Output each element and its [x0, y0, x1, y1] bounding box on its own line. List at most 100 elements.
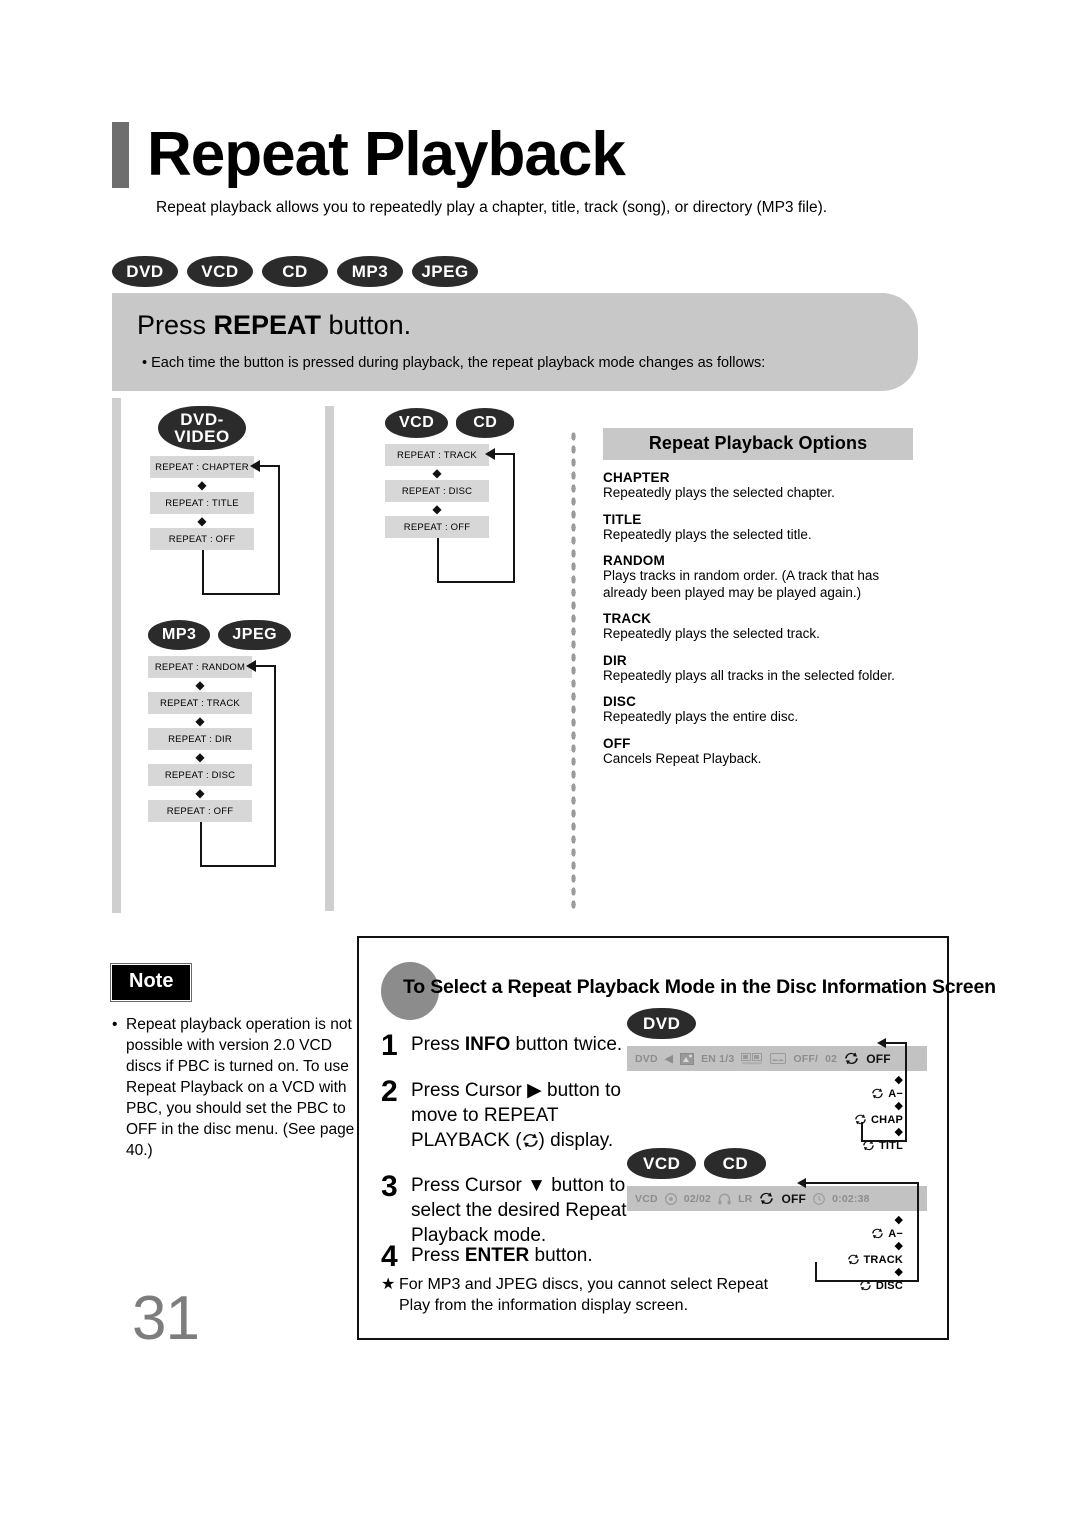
repeat-icon: [847, 1254, 860, 1265]
osd-loop-segment: [885, 1042, 907, 1044]
flow-step: REPEAT : OFF: [148, 800, 252, 822]
loop-arrowhead: [485, 448, 495, 460]
disc-pill-vcd: VCD: [187, 256, 253, 287]
dotted-divider: [570, 430, 577, 910]
disc-pill-jpeg: JPEG: [218, 620, 292, 650]
option-name: DISC: [603, 694, 637, 709]
option-name: DIR: [603, 652, 627, 668]
flow-step: REPEAT : OFF: [385, 516, 489, 538]
flow-step: REPEAT : DIR: [148, 728, 252, 750]
repeat-icon: [759, 1192, 774, 1205]
chain-label: A−: [888, 1087, 903, 1100]
flow-pills-vcd-cd: VCD CD: [385, 408, 515, 438]
osd-subtitle-value: OFF/: [793, 1052, 819, 1065]
step-number: 2: [381, 1075, 398, 1108]
star-icon: ★: [381, 1276, 396, 1293]
step-2: 2 Press Cursor ▶ button to move to REPEA…: [381, 1075, 651, 1155]
banner-bullet-text: • Each time the button is pressed during…: [142, 355, 766, 371]
disc-pill-jpeg: JPEG: [412, 256, 478, 287]
step-text-pre: Press: [411, 1034, 465, 1055]
osd-loop-segment: [815, 1262, 817, 1282]
flow-arrow-diamond: ◆: [195, 714, 205, 728]
banner-heading-bold: REPEAT: [213, 310, 322, 340]
note-block: Note • Repeat playback operation is not …: [109, 963, 362, 1161]
loop-segment: [278, 465, 281, 595]
flow-arrow-diamond: ◆: [195, 678, 205, 692]
flow-step: REPEAT : DISC: [148, 764, 252, 786]
note-bullet: •: [112, 1016, 118, 1033]
disc-pill-cd: CD: [704, 1148, 767, 1179]
step-text: Press Cursor ▶ button to move to REPEAT …: [411, 1078, 651, 1155]
loop-segment: [258, 465, 280, 468]
page-title: Repeat Playback: [147, 120, 626, 189]
disc-pill-dvd-video-line1: DVD-: [180, 410, 224, 429]
flowchain-mp3-jpeg: REPEAT : RANDOM ◆ REPEAT : TRACK ◆ REPEA…: [148, 656, 277, 868]
flow-arrow-diamond: ◆: [197, 478, 207, 492]
chain-item: A−: [627, 1226, 903, 1241]
chain-diamond: ◆: [894, 1100, 903, 1112]
disc-icon: [664, 1192, 677, 1205]
flow-step: REPEAT : RANDOM: [148, 656, 252, 678]
option-dir: DIR Repeatedly plays all tracks in the s…: [603, 653, 913, 685]
flow-mp3-jpeg: MP3 JPEG REPEAT : RANDOM ◆ REPEAT : TRAC…: [148, 620, 292, 868]
osd-loop-segment: [905, 1042, 907, 1142]
note-text-row: • Repeat playback operation is not possi…: [112, 1014, 362, 1161]
step-text-bold: ENTER: [464, 1245, 530, 1266]
note-text: Repeat playback operation is not possibl…: [126, 1016, 355, 1159]
column-rule: [325, 406, 334, 911]
osd-disc-label: VCD: [635, 1192, 658, 1205]
disc-pill-dvd: DVD: [627, 1008, 697, 1039]
osd-disc-label: DVD: [635, 1052, 658, 1065]
disc-pill-dvd-video: DVD- VIDEO: [158, 406, 246, 450]
osd-vcd-cd-pills: VCD CD: [627, 1148, 927, 1179]
loop-segment: [274, 665, 277, 867]
banner-heading-post: button.: [321, 310, 412, 340]
banner-heading: Press REPEAT button.: [137, 310, 411, 341]
chain-diamond: ◆: [894, 1074, 903, 1086]
step-text: Press Cursor ▼ button to select the desi…: [411, 1175, 627, 1246]
osd-track-value: 02/02: [683, 1192, 712, 1205]
option-name: CHAPTER: [603, 470, 670, 485]
option-desc: Plays tracks in random order. (A track t…: [603, 568, 880, 600]
chain-item: A−: [627, 1086, 903, 1101]
disc-pill-dvd: DVD: [112, 256, 178, 287]
option-desc: Repeatedly plays the selected title.: [603, 526, 812, 542]
osd-vcd-cd-group: VCD CD VCD 02/02 LR OFF 0:02:38 ◆ A− ◆ T…: [627, 1148, 927, 1293]
flow-arrow-diamond: ◆: [197, 514, 207, 528]
option-track: TRACK Repeatedly plays the selected trac…: [603, 611, 913, 643]
loop-segment: [202, 593, 280, 596]
page-subtitle: Repeat playback allows you to repeatedly…: [156, 199, 828, 216]
loop-arrowhead: [250, 460, 260, 472]
step-3: 3 Press Cursor ▼ button to select the de…: [381, 1172, 641, 1248]
flow-step: REPEAT : TRACK: [148, 692, 252, 714]
flow-step: REPEAT : CHAPTER: [150, 456, 254, 478]
chain-diamond: ◆: [894, 1214, 903, 1226]
option-name: OFF: [603, 735, 631, 751]
flow-pills-mp3-jpeg: MP3 JPEG: [148, 620, 292, 650]
subtitle-icon: [770, 1053, 787, 1064]
osd-loop-segment: [917, 1182, 919, 1282]
step-text-post: ) display.: [538, 1130, 614, 1151]
osd-audio-language: EN 1/3: [701, 1052, 735, 1065]
disc-pill-dvd-video-line2: VIDEO: [174, 427, 230, 446]
loop-segment: [200, 822, 203, 867]
step-text-post: button.: [529, 1245, 593, 1266]
disc-pill-vcd: VCD: [627, 1148, 697, 1179]
disc-info-procedure-box: To Select a Repeat Playback Mode in the …: [357, 936, 996, 1340]
osd-loop-arrowhead: [797, 1178, 806, 1188]
repeat-icon: [844, 1052, 859, 1065]
osd-loop-segment: [861, 1122, 863, 1142]
loop-segment: [437, 538, 440, 583]
loop-segment: [200, 865, 276, 868]
step-text-bold: INFO: [464, 1034, 511, 1055]
osd-loop-segment: [805, 1182, 919, 1184]
osd-loop-segment: [861, 1140, 907, 1142]
osd-dvd-bar: DVD ◀ EN 1/3 OFF/ 02 OFF: [627, 1046, 927, 1071]
osd-audio-value: LR: [738, 1192, 753, 1205]
option-off: OFF Cancels Repeat Playback.: [603, 736, 913, 768]
option-disc: DISC Repeatedly plays the entire disc.: [603, 694, 913, 726]
flow-step: REPEAT : TRACK: [385, 444, 489, 466]
chain-label: A−: [888, 1227, 903, 1240]
loop-segment: [202, 550, 205, 595]
chain-item: TRACK: [627, 1252, 903, 1267]
